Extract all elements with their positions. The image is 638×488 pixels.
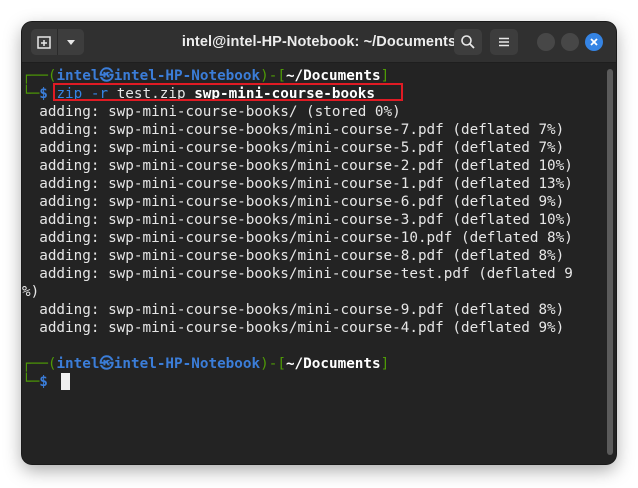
input-line[interactable]: └─$	[22, 373, 48, 391]
minimize-button[interactable]	[537, 33, 555, 51]
command-highlight-box	[53, 83, 403, 101]
terminal-window: intel@intel-HP-Notebook: ~/Documents ┌──…	[22, 22, 616, 464]
scrollbar-thumb[interactable]	[607, 69, 613, 455]
output-line-wrap: %)	[22, 284, 40, 300]
close-icon	[590, 38, 598, 46]
close-button[interactable]	[585, 33, 603, 51]
output-line: adding: swp-mini-course-books/mini-cours…	[22, 158, 573, 174]
hamburger-menu-icon	[499, 37, 509, 47]
menu-button[interactable]	[490, 29, 518, 55]
text-cursor	[61, 373, 70, 390]
output-line: adding: swp-mini-course-books/mini-cours…	[22, 230, 573, 246]
output-line: adding: swp-mini-course-books/mini-cours…	[22, 140, 565, 156]
output-line: adding: swp-mini-course-books/mini-cours…	[22, 266, 573, 282]
output-line: adding: swp-mini-course-books/mini-cours…	[22, 194, 565, 210]
output-line: adding: swp-mini-course-books/mini-cours…	[22, 122, 565, 138]
prompt-line-top: ┌──(intel㉿intel-HP-Notebook)-[~/Document…	[22, 356, 390, 372]
window-title: intel@intel-HP-Notebook: ~/Documents	[181, 34, 457, 50]
output-line: adding: swp-mini-course-books/mini-cours…	[22, 176, 573, 192]
search-button[interactable]	[454, 29, 482, 55]
terminal-output[interactable]: ┌──(intel㉿intel-HP-Notebook)-[~/Document…	[22, 63, 604, 464]
maximize-button[interactable]	[561, 33, 579, 51]
output-line: adding: swp-mini-course-books/mini-cours…	[22, 248, 565, 264]
output-line: adding: swp-mini-course-books/mini-cours…	[22, 302, 565, 318]
output-line: adding: swp-mini-course-books/mini-cours…	[22, 320, 565, 336]
output-line: adding: swp-mini-course-books/ (stored 0…	[22, 104, 401, 120]
output-line: adding: swp-mini-course-books/mini-cours…	[22, 212, 573, 228]
title-bar: intel@intel-HP-Notebook: ~/Documents	[22, 22, 616, 63]
scrollbar[interactable]	[604, 63, 616, 464]
search-icon	[461, 35, 475, 49]
